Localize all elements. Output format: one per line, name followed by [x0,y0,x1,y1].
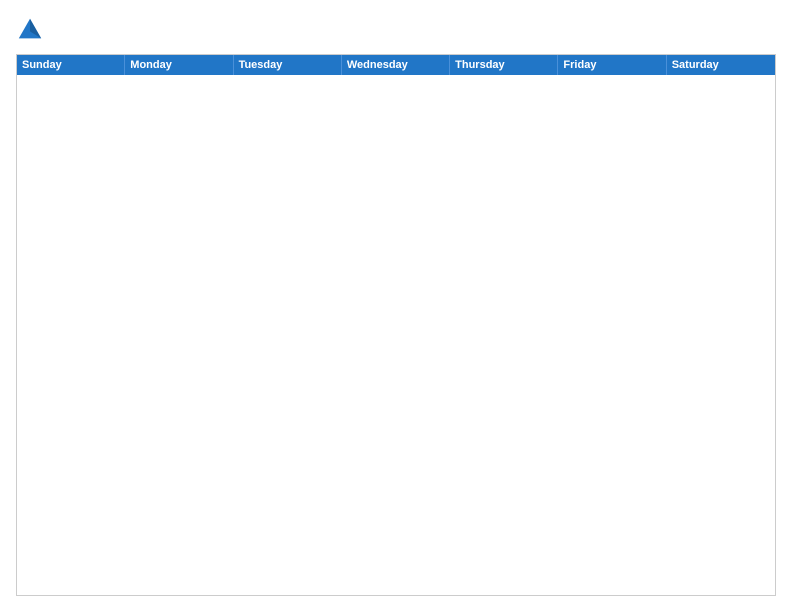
header-day-friday: Friday [558,55,666,75]
header-day-saturday: Saturday [667,55,775,75]
header-day-wednesday: Wednesday [342,55,450,75]
header-day-monday: Monday [125,55,233,75]
header-day-sunday: Sunday [17,55,125,75]
header-day-thursday: Thursday [450,55,558,75]
calendar-header: SundayMondayTuesdayWednesdayThursdayFrid… [17,55,775,75]
calendar: SundayMondayTuesdayWednesdayThursdayFrid… [16,54,776,596]
logo [16,16,48,44]
calendar-body [17,75,775,595]
header [16,16,776,44]
logo-icon [16,16,44,44]
header-day-tuesday: Tuesday [234,55,342,75]
page: SundayMondayTuesdayWednesdayThursdayFrid… [0,0,792,612]
